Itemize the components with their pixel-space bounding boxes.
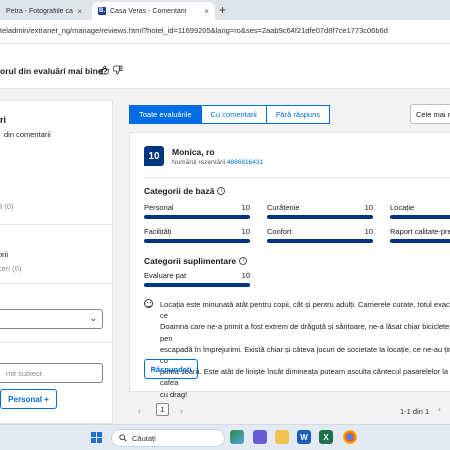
- review-filter-tabs: Toate evaluările Cu comentarii Fără răsp…: [129, 105, 331, 124]
- review-score-badge: 10: [144, 146, 164, 166]
- new-tab-button[interactable]: +: [219, 3, 226, 17]
- category-bed-rating: Evaluare pat 10: [144, 271, 250, 287]
- divider: [144, 177, 450, 178]
- category-bar: [144, 215, 250, 219]
- category-bar: [390, 239, 450, 243]
- teams-icon[interactable]: [253, 430, 267, 444]
- tab-with-comments[interactable]: Cu comentarii: [201, 105, 267, 124]
- category-label: Facilități: [144, 227, 172, 236]
- category-value: 10: [241, 227, 250, 236]
- filter-section-label: orii: [0, 250, 9, 259]
- pagination-prev-right-icon[interactable]: ‹: [438, 404, 441, 414]
- pagination-prev-icon[interactable]: ‹: [138, 406, 141, 416]
- category-bar: [267, 215, 373, 219]
- category-comfort: Confort 10: [267, 227, 373, 243]
- category-location: Locație: [390, 203, 450, 219]
- close-tab-icon[interactable]: ×: [204, 7, 209, 16]
- browser-tab-label: Petra - Fotografiile casei și…: [6, 7, 73, 15]
- category-value: 10: [241, 271, 250, 280]
- category-cleanliness: Curățenie 10: [267, 203, 373, 219]
- category-label: Personal: [144, 203, 174, 212]
- browser-tab-2[interactable]: B. Casa Veras - Comentarii ×: [92, 2, 215, 20]
- category-label: Curățenie: [267, 203, 300, 212]
- tab-without-reply[interactable]: Fără răspuns: [266, 105, 331, 124]
- divider: [0, 283, 113, 284]
- sort-dropdown[interactable]: Cele mai n: [410, 104, 450, 124]
- info-icon[interactable]: i: [239, 257, 248, 265]
- category-value: 10: [241, 203, 250, 212]
- pagination-count: 1-1 din 1: [400, 407, 430, 416]
- chevron-down-icon: ⌄: [89, 313, 97, 323]
- pagination-page[interactable]: 1: [156, 403, 169, 416]
- word-icon[interactable]: W: [297, 430, 311, 444]
- browser-tab-1[interactable]: Petra - Fotografiile casei și… ×: [0, 2, 88, 20]
- base-categories-heading: Categorii de bază i: [144, 186, 226, 196]
- browser-tab-label: Casa Veras - Comentarii: [110, 7, 187, 15]
- search-icon: [119, 434, 127, 442]
- filter-count-label[interactable]: 3 (0): [0, 202, 13, 211]
- category-facilities: Facilități 10: [144, 227, 250, 243]
- category-bar: [144, 283, 250, 287]
- category-label: Evaluare pat: [144, 271, 187, 280]
- thumbs-up-icon[interactable]: [98, 64, 110, 76]
- category-bar: [267, 239, 373, 243]
- category-bar: [390, 215, 450, 219]
- category-value: 10: [364, 203, 373, 212]
- filter-dropdown[interactable]: ⌄: [0, 309, 103, 329]
- filter-panel: ri din comentarii 3 (0) orii ceri (0) ⌄ …: [0, 100, 113, 424]
- smiley-face-icon: [144, 299, 153, 308]
- base-categories-title: Categorii de bază: [144, 186, 215, 196]
- chrome-icon[interactable]: [343, 430, 357, 444]
- filter-panel-title: ri: [0, 115, 7, 125]
- category-label: Confort: [267, 227, 292, 236]
- reservation-info: Numărul rezervării 4886816431: [172, 159, 263, 166]
- tab-all-reviews[interactable]: Toate evaluările: [129, 105, 202, 124]
- add-personal-button[interactable]: Personal +: [0, 389, 57, 409]
- taskbar-search-label: Căutați: [132, 433, 156, 443]
- widget-icon[interactable]: [230, 430, 244, 444]
- feedback-question: orul din evaluări mai bine?: [0, 66, 108, 76]
- booking-favicon-icon: B.: [98, 7, 106, 15]
- subject-input[interactable]: mit subiect: [0, 363, 103, 383]
- extra-categories-heading: Categorii suplimentare i: [144, 256, 248, 266]
- taskbar-search[interactable]: Căutați: [111, 429, 225, 447]
- divider: [0, 224, 113, 225]
- category-label: Raport calitate-preț: [390, 227, 450, 236]
- reviewer-name: Monica, ro: [172, 147, 215, 157]
- close-tab-icon[interactable]: ×: [77, 7, 82, 16]
- os-taskbar: Căutați W X: [0, 424, 450, 450]
- category-value: 10: [364, 227, 373, 236]
- reservation-label: Numărul rezervării: [172, 159, 226, 166]
- divider: [0, 342, 113, 343]
- windows-start-icon[interactable]: [91, 432, 102, 443]
- info-icon[interactable]: i: [217, 187, 226, 195]
- category-label: Locație: [390, 203, 415, 212]
- url-text[interactable]: teladmin/extranet_ng/manage/reviews.html…: [0, 26, 388, 35]
- category-personal: Personal 10: [144, 203, 250, 219]
- thumbs-down-icon[interactable]: [112, 64, 124, 76]
- excel-icon[interactable]: X: [319, 430, 333, 444]
- reservation-number-link[interactable]: 4886816431: [227, 159, 263, 166]
- pagination-next-icon[interactable]: ›: [180, 406, 183, 416]
- filter-with-comments-label[interactable]: din comentarii: [4, 130, 51, 139]
- reply-button[interactable]: Răspundeți: [144, 359, 198, 379]
- browser-tab-bar: Petra - Fotografiile casei și… × B. Casa…: [0, 0, 450, 20]
- address-bar[interactable]: teladmin/extranet_ng/manage/reviews.html…: [0, 20, 450, 44]
- category-value-for-money: Raport calitate-preț: [390, 227, 450, 243]
- category-bar: [144, 239, 250, 243]
- review-card: 10 Monica, ro Numărul rezervării 4886816…: [129, 132, 450, 399]
- filter-complaints-label[interactable]: ceri (0): [0, 264, 21, 273]
- file-explorer-icon[interactable]: [275, 430, 289, 444]
- extra-categories-title: Categorii suplimentare: [144, 256, 237, 266]
- review-text: Locația este minunată atât pentru copii,…: [160, 300, 450, 399]
